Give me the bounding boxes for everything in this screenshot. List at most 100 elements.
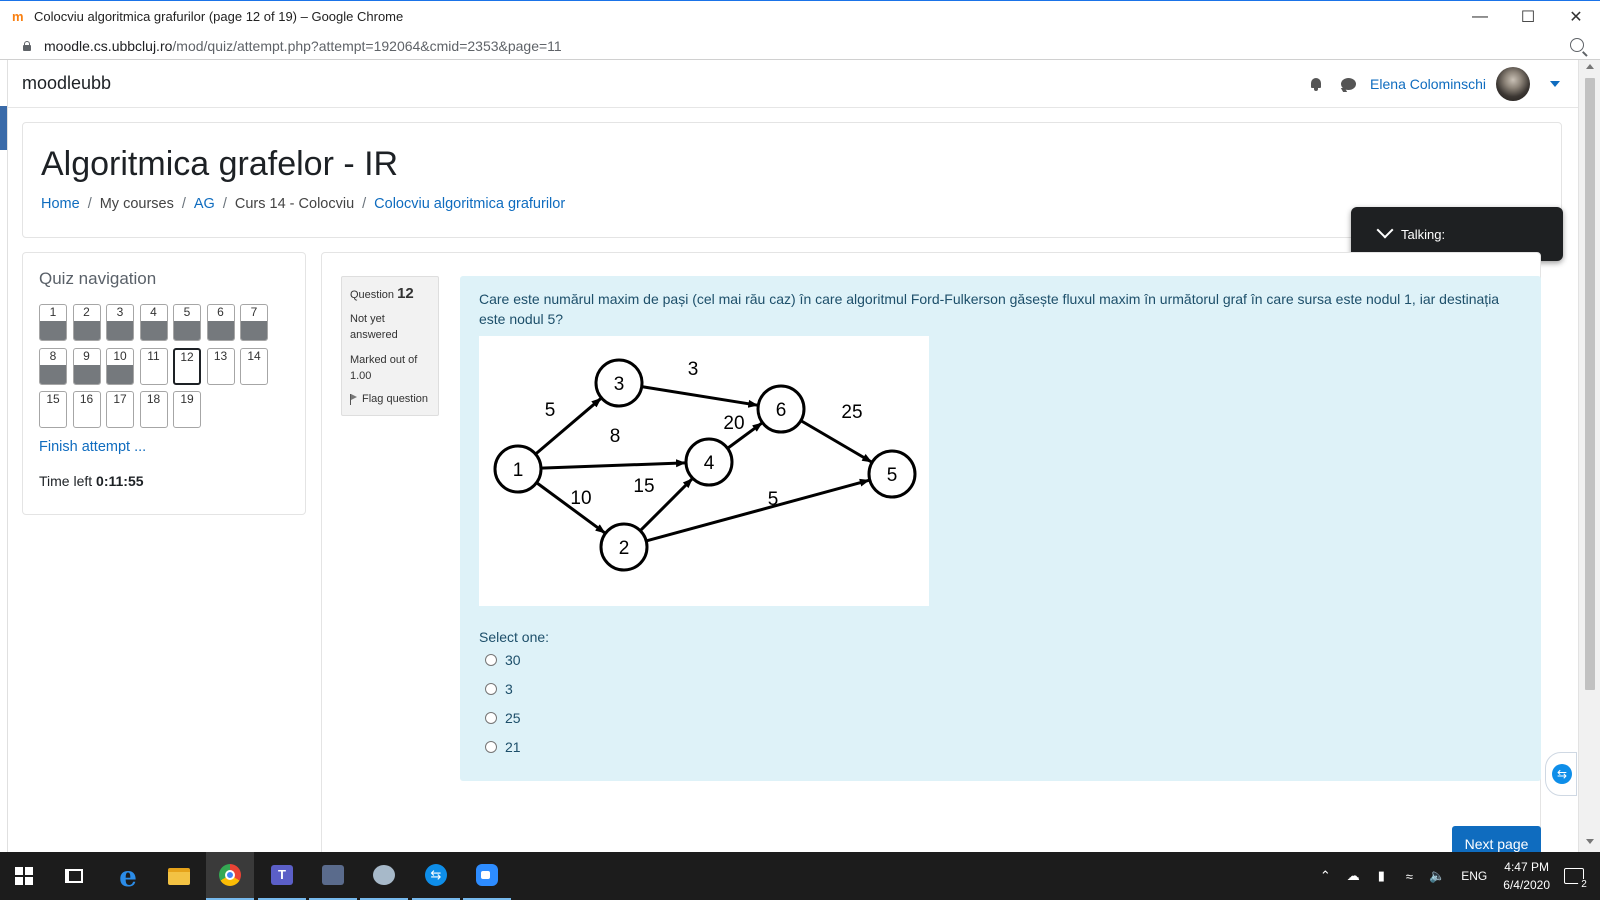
flag-icon[interactable] — [350, 393, 358, 405]
answer-option[interactable]: 30 — [485, 652, 521, 668]
page-title: Algoritmica grafelor - IR — [41, 145, 399, 183]
quiz-nav-question-15[interactable]: 15 — [39, 391, 67, 428]
bell-icon[interactable] — [1309, 77, 1323, 91]
quiz-nav-question-16[interactable]: 16 — [72, 391, 101, 428]
next-page-button[interactable]: Next page — [1452, 826, 1541, 852]
minimize-icon[interactable]: — — [1456, 1, 1504, 33]
task-view-icon[interactable] — [50, 852, 98, 900]
answer-option[interactable]: 3 — [485, 681, 513, 697]
chevron-down-icon[interactable] — [1550, 81, 1560, 87]
time-left: Time left 0:11:55 — [39, 473, 144, 489]
graph-node-label: 5 — [887, 465, 898, 486]
chrome-icon[interactable] — [206, 852, 254, 900]
chevron-down-icon[interactable] — [1376, 221, 1394, 239]
quiz-nav-question-6[interactable]: 6 — [206, 304, 235, 341]
volume-icon[interactable]: 🔈 — [1425, 868, 1449, 884]
clock[interactable]: 4:47 PM 6/4/2020 — [1503, 858, 1550, 894]
quiz-nav-question-10[interactable]: 10 — [106, 347, 134, 385]
answer-option[interactable]: 25 — [485, 710, 521, 726]
question-content: Care este numărul maxim de pași (cel mai… — [460, 276, 1541, 781]
vertical-scrollbar[interactable] — [1578, 60, 1600, 852]
maximize-icon[interactable]: ☐ — [1504, 1, 1552, 33]
quiz-nav-question-4[interactable]: 4 — [139, 304, 168, 341]
drawer-toggle[interactable] — [0, 106, 7, 150]
zoom-icon[interactable] — [1570, 38, 1584, 52]
outlook-icon[interactable] — [309, 852, 357, 900]
edge-icon[interactable]: e — [104, 852, 152, 900]
quiz-nav-question-12[interactable]: 12 — [173, 347, 201, 385]
question-number: Question 12 — [350, 285, 430, 302]
windows-taskbar: e T ⇆ ⌃ ☁ ▮ ≈ 🔈 ENG 4:47 PM 6/4/2020 2 — [0, 852, 1600, 900]
battery-icon[interactable]: ▮ — [1369, 868, 1393, 884]
graph-edge-1-4 — [540, 459, 687, 470]
quiz-nav-question-13[interactable]: 13 — [206, 347, 235, 385]
lock-icon[interactable] — [22, 40, 32, 51]
breadcrumb-ag[interactable]: AG — [194, 196, 215, 212]
breadcrumb: Home / My courses / AG / Curs 14 - Coloc… — [41, 196, 565, 212]
time-left-label: Time left — [39, 473, 93, 489]
chevron-up-icon[interactable]: ⌃ — [1313, 868, 1337, 884]
graph-edge-capacity-label: 10 — [570, 488, 591, 509]
scrollbar-thumb[interactable] — [1585, 78, 1595, 690]
question-info: Question 12 Not yet answered Marked out … — [341, 276, 439, 416]
breadcrumb-quiz[interactable]: Colocviu algoritmica grafurilor — [374, 196, 565, 212]
clock-time: 4:47 PM — [1504, 860, 1549, 874]
quiz-nav-question-14[interactable]: 14 — [240, 347, 268, 385]
zoom-icon[interactable] — [463, 852, 511, 900]
notification-icon[interactable]: 2 — [1564, 868, 1590, 890]
user-name[interactable]: Elena Colominschi — [1370, 76, 1486, 92]
answer-radio[interactable] — [485, 654, 497, 666]
file-explorer-icon[interactable] — [155, 852, 203, 900]
quiz-nav-question-number: 13 — [213, 348, 228, 363]
quiz-nav-question-11[interactable]: 11 — [139, 347, 168, 385]
address-bar[interactable]: moodle.cs.ubbcluj.ro/mod/quiz/attempt.ph… — [0, 32, 1600, 60]
teams-icon[interactable]: T — [258, 852, 306, 900]
wifi-icon[interactable]: ≈ — [1397, 869, 1421, 884]
graph-edge-6-5 — [800, 419, 873, 464]
quiz-nav-question-number: 9 — [83, 348, 90, 363]
quiz-nav-question-number: 7 — [250, 305, 258, 319]
question-text: Care este numărul maxim de pași (cel mai… — [479, 291, 1500, 327]
quiz-nav-question-number: 8 — [49, 348, 57, 363]
flag-question-button[interactable]: Flag question — [350, 393, 430, 405]
windows-start-icon[interactable] — [0, 852, 48, 900]
answer-radio[interactable] — [485, 741, 497, 753]
site-brand[interactable]: moodleubb — [22, 73, 111, 94]
language-indicator[interactable]: ENG — [1461, 869, 1487, 883]
quiz-nav-question-number: 4 — [150, 305, 157, 319]
quiz-nav-question-8[interactable]: 8 — [39, 347, 67, 385]
teamviewer-side-icon[interactable] — [1545, 752, 1577, 796]
graph-edge-capacity-label: 3 — [688, 359, 699, 380]
flag-question-label: Flag question — [362, 393, 429, 405]
quiz-nav-question-7[interactable]: 7 — [240, 304, 268, 341]
answer-option[interactable]: 21 — [485, 739, 521, 755]
quiz-nav-question-18[interactable]: 18 — [139, 391, 168, 428]
system-tray: ⌃ ☁ ▮ ≈ 🔈 ENG 4:47 PM 6/4/2020 2 — [1311, 852, 1600, 900]
teamviewer-icon[interactable]: ⇆ — [412, 852, 460, 900]
graph-edge-capacity-label: 20 — [723, 413, 744, 434]
answer-option-label: 30 — [505, 652, 521, 668]
close-icon[interactable]: ✕ — [1552, 1, 1600, 33]
quiz-nav-question-2[interactable]: 2 — [72, 304, 101, 341]
quiz-nav-question-5[interactable]: 5 — [173, 304, 201, 341]
message-icon[interactable] — [1341, 78, 1357, 90]
scroll-down-icon[interactable] — [1586, 839, 1594, 844]
scroll-up-icon[interactable] — [1586, 64, 1594, 69]
quiz-nav-question-19[interactable]: 19 — [173, 391, 201, 428]
breadcrumb-home[interactable]: Home — [41, 196, 80, 212]
answer-radio[interactable] — [485, 683, 497, 695]
quiz-nav-question-number: 3 — [116, 305, 124, 319]
avatar[interactable] — [1496, 67, 1530, 101]
user-menu-area: Elena Colominschi — [1309, 60, 1560, 108]
quiz-nav-question-17[interactable]: 17 — [106, 391, 134, 428]
breadcrumb-section: Curs 14 - Colocviu — [234, 196, 355, 212]
quiz-nav-question-9[interactable]: 9 — [72, 347, 101, 385]
cloud-icon[interactable]: ☁ — [1341, 868, 1365, 884]
quiz-nav-question-3[interactable]: 3 — [106, 304, 134, 341]
paint-icon[interactable] — [360, 852, 408, 900]
finish-attempt-link[interactable]: Finish attempt ... — [39, 439, 146, 455]
answer-radio[interactable] — [485, 712, 497, 724]
quiz-nav-question-1[interactable]: 1 — [39, 304, 67, 341]
page-header: Algoritmica grafelor - IR Home / My cour… — [22, 122, 1562, 238]
quiz-nav-question-number: 1 — [49, 305, 57, 319]
